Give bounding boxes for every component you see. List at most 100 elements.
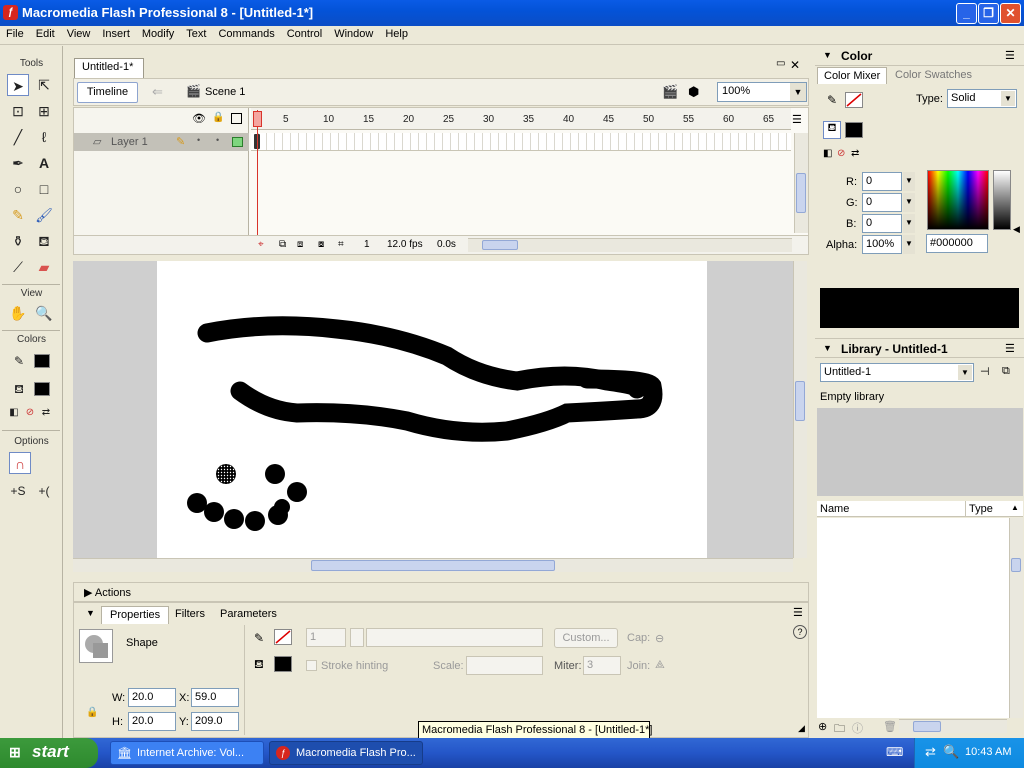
start-button[interactable]: ⊞ start bbox=[0, 738, 98, 768]
back-arrow-icon[interactable]: ⇐ bbox=[152, 84, 163, 100]
color-spectrum-picker[interactable] bbox=[927, 170, 989, 230]
eyedropper-tool-icon[interactable]: ⟋ bbox=[7, 256, 29, 278]
panel-menu-icon[interactable]: ☰ bbox=[1005, 49, 1015, 62]
tab-parameters[interactable]: Parameters bbox=[212, 606, 285, 624]
smooth-icon[interactable]: +S bbox=[7, 480, 29, 502]
library-document-dropdown[interactable]: Untitled-1 ▼ bbox=[820, 363, 974, 382]
chevron-down-icon[interactable]: ▼ bbox=[903, 172, 915, 191]
swap-colors-icon[interactable]: ⇄ bbox=[38, 402, 54, 424]
swap-colors-icon[interactable]: ⇄ bbox=[851, 148, 859, 159]
layer-frames[interactable] bbox=[251, 133, 791, 151]
actions-panel-header[interactable]: ▶ Actions bbox=[73, 582, 809, 602]
fill-color-swatch[interactable] bbox=[34, 382, 50, 396]
resize-grip-icon[interactable]: ◢ bbox=[798, 723, 805, 734]
scroll-thumb[interactable] bbox=[913, 721, 941, 732]
pencil-tool-icon[interactable]: ✎ bbox=[7, 204, 29, 226]
library-item-list[interactable] bbox=[817, 518, 1009, 718]
taskbar-item-flash[interactable]: ƒ Macromedia Flash Pro... bbox=[269, 741, 423, 765]
minimize-button[interactable]: _ bbox=[956, 3, 977, 24]
stage-vertical-scrollbar[interactable] bbox=[793, 261, 807, 558]
slider-arrow-icon[interactable]: ◀ bbox=[1013, 224, 1020, 235]
hand-tool-icon[interactable]: ✋ bbox=[7, 302, 29, 324]
stage[interactable] bbox=[157, 261, 707, 558]
scroll-thumb[interactable] bbox=[795, 381, 805, 421]
properties-icon[interactable]: ⓘ bbox=[852, 720, 863, 736]
layer-outline-color[interactable] bbox=[232, 137, 243, 147]
search-icon[interactable]: 🔍 bbox=[943, 744, 959, 760]
new-symbol-icon[interactable]: ⊕ bbox=[818, 720, 827, 733]
frame-ruler[interactable]: 1 5 10 15 20 25 30 35 40 45 50 55 60 65 bbox=[251, 108, 791, 130]
panel-menu-icon[interactable]: ☰ bbox=[793, 606, 803, 619]
tab-color-mixer[interactable]: Color Mixer bbox=[817, 67, 888, 84]
no-color-icon[interactable]: ⊘ bbox=[837, 148, 845, 159]
tab-color-swatches[interactable]: Color Swatches bbox=[889, 67, 978, 83]
new-folder-icon[interactable]: 🗀 bbox=[834, 720, 845, 739]
snap-to-objects-icon[interactable]: ∩ bbox=[9, 452, 31, 474]
stroke-none-swatch[interactable] bbox=[845, 92, 863, 108]
type-column-header[interactable]: Type bbox=[969, 503, 993, 515]
frame-view-menu-icon[interactable]: ☰ bbox=[792, 113, 802, 126]
stroke-hinting-checkbox[interactable] bbox=[306, 660, 317, 671]
green-field[interactable]: 0 bbox=[862, 193, 902, 212]
subselection-tool-icon[interactable]: ⇱ bbox=[33, 74, 55, 96]
pin-library-icon[interactable]: ⊣ bbox=[980, 365, 990, 378]
menu-window[interactable]: Window bbox=[328, 26, 379, 40]
alpha-field[interactable]: 100% bbox=[862, 235, 902, 254]
stroke-height-slider[interactable] bbox=[350, 628, 364, 647]
oval-tool-icon[interactable]: ○ bbox=[7, 178, 29, 200]
free-transform-tool-icon[interactable]: ⊡ bbox=[7, 100, 29, 122]
clock[interactable]: 10:43 AM bbox=[965, 746, 1011, 758]
layer-row[interactable]: ▱ Layer 1 ✎ • • bbox=[74, 133, 249, 151]
black-white-icon[interactable]: ◧ bbox=[6, 402, 22, 424]
fill-bucket-icon[interactable]: ⛾ bbox=[823, 121, 841, 139]
menu-insert[interactable]: Insert bbox=[96, 26, 136, 40]
rectangle-tool-icon[interactable]: □ bbox=[33, 178, 55, 200]
scroll-thumb[interactable] bbox=[796, 173, 806, 213]
fill-color-swatch[interactable] bbox=[274, 656, 292, 672]
onion-skin-outlines-icon[interactable]: ⧈ bbox=[297, 239, 303, 250]
brush-tool-icon[interactable]: 🖌 bbox=[33, 204, 55, 226]
miter-field[interactable]: 3 bbox=[583, 656, 621, 675]
scroll-thumb[interactable] bbox=[311, 560, 555, 571]
scroll-thumb[interactable] bbox=[1011, 558, 1021, 572]
restore-doc-icon[interactable]: ▭ bbox=[776, 58, 785, 69]
center-frame-icon[interactable]: ⌖ bbox=[258, 239, 264, 250]
close-button[interactable]: ✕ bbox=[1000, 3, 1021, 24]
width-field[interactable]: 20.0 bbox=[128, 688, 176, 707]
menu-modify[interactable]: Modify bbox=[136, 26, 180, 40]
tab-filters[interactable]: Filters bbox=[167, 606, 213, 624]
custom-stroke-button[interactable]: Custom... bbox=[554, 628, 618, 648]
onion-skin-icon[interactable]: ⧉ bbox=[279, 239, 286, 250]
help-icon[interactable]: ? bbox=[793, 625, 807, 639]
modify-onion-markers-icon[interactable]: ⌗ bbox=[338, 239, 344, 250]
panel-menu-icon[interactable]: ☰ bbox=[1005, 342, 1015, 355]
x-field[interactable]: 59.0 bbox=[191, 688, 239, 707]
collapse-arrow-icon[interactable]: ▼ bbox=[86, 608, 95, 618]
sort-arrow-icon[interactable]: ▲ bbox=[1011, 503, 1019, 512]
stage-horizontal-scrollbar[interactable] bbox=[73, 558, 793, 572]
menu-commands[interactable]: Commands bbox=[212, 26, 280, 40]
timeline-horizontal-scrollbar[interactable] bbox=[468, 238, 792, 252]
zoom-dropdown[interactable]: 100% ▼ bbox=[717, 82, 807, 102]
stroke-style-dropdown[interactable] bbox=[366, 628, 543, 647]
menu-control[interactable]: Control bbox=[281, 26, 328, 40]
blue-field[interactable]: 0 bbox=[862, 214, 902, 233]
menu-help[interactable]: Help bbox=[379, 26, 414, 40]
brightness-slider[interactable] bbox=[993, 170, 1011, 230]
constrain-lock-icon[interactable]: 🔒 bbox=[86, 707, 98, 718]
eraser-tool-icon[interactable]: ▰ bbox=[33, 256, 55, 278]
library-vertical-scrollbar[interactable] bbox=[1009, 518, 1023, 718]
stroke-color-swatch[interactable] bbox=[34, 354, 50, 368]
lock-icon[interactable]: 🔒 bbox=[212, 112, 224, 123]
red-field[interactable]: 0 bbox=[862, 172, 902, 191]
library-horizontal-scrollbar[interactable] bbox=[899, 719, 1007, 733]
lock-dot[interactable]: • bbox=[216, 135, 219, 145]
type-dropdown[interactable]: Solid ▼ bbox=[947, 89, 1017, 108]
scene-label[interactable]: Scene 1 bbox=[205, 86, 245, 98]
selection-tool-icon[interactable]: ➤ bbox=[7, 74, 29, 96]
taskbar-item-internet-archive[interactable]: 🏛 Internet Archive: Vol... bbox=[110, 741, 264, 765]
hex-field[interactable]: #000000 bbox=[926, 234, 988, 253]
stroke-height-field[interactable]: 1 bbox=[306, 628, 346, 647]
stroke-none-swatch[interactable] bbox=[274, 629, 292, 645]
maximize-button[interactable]: ❐ bbox=[978, 3, 999, 24]
